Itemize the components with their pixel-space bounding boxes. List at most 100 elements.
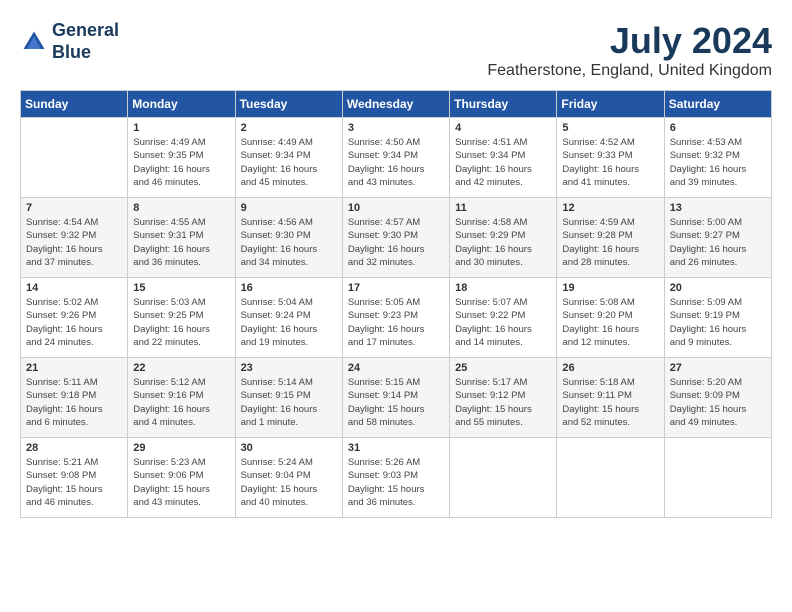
day-info: Sunrise: 4:58 AM Sunset: 9:29 PM Dayligh… xyxy=(455,216,551,269)
day-cell: 28 Sunrise: 5:21 AM Sunset: 9:08 PM Dayli… xyxy=(21,438,128,518)
day-number: 26 xyxy=(562,362,658,374)
day-number: 5 xyxy=(562,122,658,134)
day-info: Sunrise: 5:26 AM Sunset: 9:03 PM Dayligh… xyxy=(348,456,444,509)
day-cell: 16 Sunrise: 5:04 AM Sunset: 9:24 PM Dayli… xyxy=(235,278,342,358)
day-info: Sunrise: 4:54 AM Sunset: 9:32 PM Dayligh… xyxy=(26,216,122,269)
day-number: 30 xyxy=(241,442,337,454)
page-header: General Blue July 2024 Featherstone, Eng… xyxy=(20,20,772,80)
day-cell: 15Sunrise: 5:03 AM Sunset: 9:25 PM Dayli… xyxy=(128,278,235,358)
logo-icon xyxy=(20,28,48,56)
day-info: Sunrise: 4:56 AM Sunset: 9:30 PM Dayligh… xyxy=(241,216,337,269)
day-cell: 9Sunrise: 4:56 AM Sunset: 9:30 PM Daylig… xyxy=(235,198,342,278)
day-number: 23 xyxy=(241,362,337,374)
header-tuesday: Tuesday xyxy=(235,91,342,118)
day-info: Sunrise: 5:00 AM Sunset: 9:27 PM Dayligh… xyxy=(670,216,766,269)
day-info: Sunrise: 5:11 AM Sunset: 9:18 PM Dayligh… xyxy=(26,376,122,429)
week-row-5: 28 Sunrise: 5:21 AM Sunset: 9:08 PM Dayli… xyxy=(21,438,772,518)
day-number: 8 xyxy=(133,202,229,214)
logo-line2: Blue xyxy=(52,42,119,64)
day-cell: 18 Sunrise: 5:07 AM Sunset: 9:22 PM Dayli… xyxy=(450,278,557,358)
day-cell: 7 Sunrise: 4:54 AM Sunset: 9:32 PM Daylig… xyxy=(21,198,128,278)
day-number: 25 xyxy=(455,362,551,374)
day-info: Sunrise: 4:52 AM Sunset: 9:33 PM Dayligh… xyxy=(562,136,658,189)
day-cell: 12Sunrise: 4:59 AM Sunset: 9:28 PM Dayli… xyxy=(557,198,664,278)
day-cell xyxy=(664,438,771,518)
day-number: 15 xyxy=(133,282,229,294)
day-number: 24 xyxy=(348,362,444,374)
day-number: 28 xyxy=(26,442,122,454)
day-info: Sunrise: 5:04 AM Sunset: 9:24 PM Dayligh… xyxy=(241,296,337,349)
day-cell: 30Sunrise: 5:24 AM Sunset: 9:04 PM Dayli… xyxy=(235,438,342,518)
calendar-header-row: SundayMondayTuesdayWednesdayThursdayFrid… xyxy=(21,91,772,118)
week-row-1: 1 Sunrise: 4:49 AM Sunset: 9:35 PM Daylig… xyxy=(21,118,772,198)
header-monday: Monday xyxy=(128,91,235,118)
day-number: 31 xyxy=(348,442,444,454)
logo-text: General Blue xyxy=(52,20,119,63)
day-info: Sunrise: 4:49 AM Sunset: 9:34 PM Dayligh… xyxy=(241,136,337,189)
day-info: Sunrise: 5:07 AM Sunset: 9:22 PM Dayligh… xyxy=(455,296,551,349)
day-cell: 1 Sunrise: 4:49 AM Sunset: 9:35 PM Daylig… xyxy=(128,118,235,198)
day-number: 21 xyxy=(26,362,122,374)
day-cell: 21 Sunrise: 5:11 AM Sunset: 9:18 PM Dayli… xyxy=(21,358,128,438)
day-number: 16 xyxy=(241,282,337,294)
logo-line1: General xyxy=(52,20,119,42)
day-info: Sunrise: 5:08 AM Sunset: 9:20 PM Dayligh… xyxy=(562,296,658,349)
day-info: Sunrise: 4:55 AM Sunset: 9:31 PM Dayligh… xyxy=(133,216,229,269)
day-info: Sunrise: 5:02 AM Sunset: 9:26 PM Dayligh… xyxy=(26,296,122,349)
day-info: Sunrise: 5:21 AM Sunset: 9:08 PM Dayligh… xyxy=(26,456,122,509)
day-number: 2 xyxy=(241,122,337,134)
day-cell: 13 Sunrise: 5:00 AM Sunset: 9:27 PM Dayli… xyxy=(664,198,771,278)
day-cell: 5 Sunrise: 4:52 AM Sunset: 9:33 PM Daylig… xyxy=(557,118,664,198)
day-number: 12 xyxy=(562,202,658,214)
calendar-table: SundayMondayTuesdayWednesdayThursdayFrid… xyxy=(20,90,772,518)
day-number: 4 xyxy=(455,122,551,134)
day-cell: 26 Sunrise: 5:18 AM Sunset: 9:11 PM Dayli… xyxy=(557,358,664,438)
day-number: 13 xyxy=(670,202,766,214)
day-info: Sunrise: 5:15 AM Sunset: 9:14 PM Dayligh… xyxy=(348,376,444,429)
header-thursday: Thursday xyxy=(450,91,557,118)
day-info: Sunrise: 5:20 AM Sunset: 9:09 PM Dayligh… xyxy=(670,376,766,429)
logo: General Blue xyxy=(20,20,119,63)
week-row-3: 14 Sunrise: 5:02 AM Sunset: 9:26 PM Dayli… xyxy=(21,278,772,358)
day-cell: 14 Sunrise: 5:02 AM Sunset: 9:26 PM Dayli… xyxy=(21,278,128,358)
day-number: 6 xyxy=(670,122,766,134)
header-saturday: Saturday xyxy=(664,91,771,118)
day-cell: 2 Sunrise: 4:49 AM Sunset: 9:34 PM Daylig… xyxy=(235,118,342,198)
day-number: 7 xyxy=(26,202,122,214)
day-cell: 19 Sunrise: 5:08 AM Sunset: 9:20 PM Dayli… xyxy=(557,278,664,358)
day-info: Sunrise: 5:05 AM Sunset: 9:23 PM Dayligh… xyxy=(348,296,444,349)
header-friday: Friday xyxy=(557,91,664,118)
month-year: July 2024 xyxy=(487,20,772,62)
day-info: Sunrise: 4:50 AM Sunset: 9:34 PM Dayligh… xyxy=(348,136,444,189)
day-info: Sunrise: 4:53 AM Sunset: 9:32 PM Dayligh… xyxy=(670,136,766,189)
day-number: 1 xyxy=(133,122,229,134)
day-cell: 24 Sunrise: 5:15 AM Sunset: 9:14 PM Dayli… xyxy=(342,358,449,438)
title-block: July 2024 Featherstone, England, United … xyxy=(487,20,772,80)
day-cell: 23Sunrise: 5:14 AM Sunset: 9:15 PM Dayli… xyxy=(235,358,342,438)
day-info: Sunrise: 5:09 AM Sunset: 9:19 PM Dayligh… xyxy=(670,296,766,349)
day-info: Sunrise: 5:18 AM Sunset: 9:11 PM Dayligh… xyxy=(562,376,658,429)
day-number: 14 xyxy=(26,282,122,294)
day-number: 20 xyxy=(670,282,766,294)
day-cell xyxy=(21,118,128,198)
day-cell: 11Sunrise: 4:58 AM Sunset: 9:29 PM Dayli… xyxy=(450,198,557,278)
day-info: Sunrise: 4:57 AM Sunset: 9:30 PM Dayligh… xyxy=(348,216,444,269)
day-cell: 22Sunrise: 5:12 AM Sunset: 9:16 PM Dayli… xyxy=(128,358,235,438)
day-number: 17 xyxy=(348,282,444,294)
day-info: Sunrise: 4:49 AM Sunset: 9:35 PM Dayligh… xyxy=(133,136,229,189)
day-number: 10 xyxy=(348,202,444,214)
day-number: 19 xyxy=(562,282,658,294)
day-cell: 20 Sunrise: 5:09 AM Sunset: 9:19 PM Dayli… xyxy=(664,278,771,358)
day-number: 18 xyxy=(455,282,551,294)
day-cell: 17 Sunrise: 5:05 AM Sunset: 9:23 PM Dayli… xyxy=(342,278,449,358)
day-cell: 31 Sunrise: 5:26 AM Sunset: 9:03 PM Dayli… xyxy=(342,438,449,518)
day-cell xyxy=(450,438,557,518)
day-cell: 27Sunrise: 5:20 AM Sunset: 9:09 PM Dayli… xyxy=(664,358,771,438)
day-number: 29 xyxy=(133,442,229,454)
day-info: Sunrise: 5:23 AM Sunset: 9:06 PM Dayligh… xyxy=(133,456,229,509)
day-number: 3 xyxy=(348,122,444,134)
day-cell: 8 Sunrise: 4:55 AM Sunset: 9:31 PM Daylig… xyxy=(128,198,235,278)
day-cell xyxy=(557,438,664,518)
header-sunday: Sunday xyxy=(21,91,128,118)
day-cell: 10 Sunrise: 4:57 AM Sunset: 9:30 PM Dayli… xyxy=(342,198,449,278)
